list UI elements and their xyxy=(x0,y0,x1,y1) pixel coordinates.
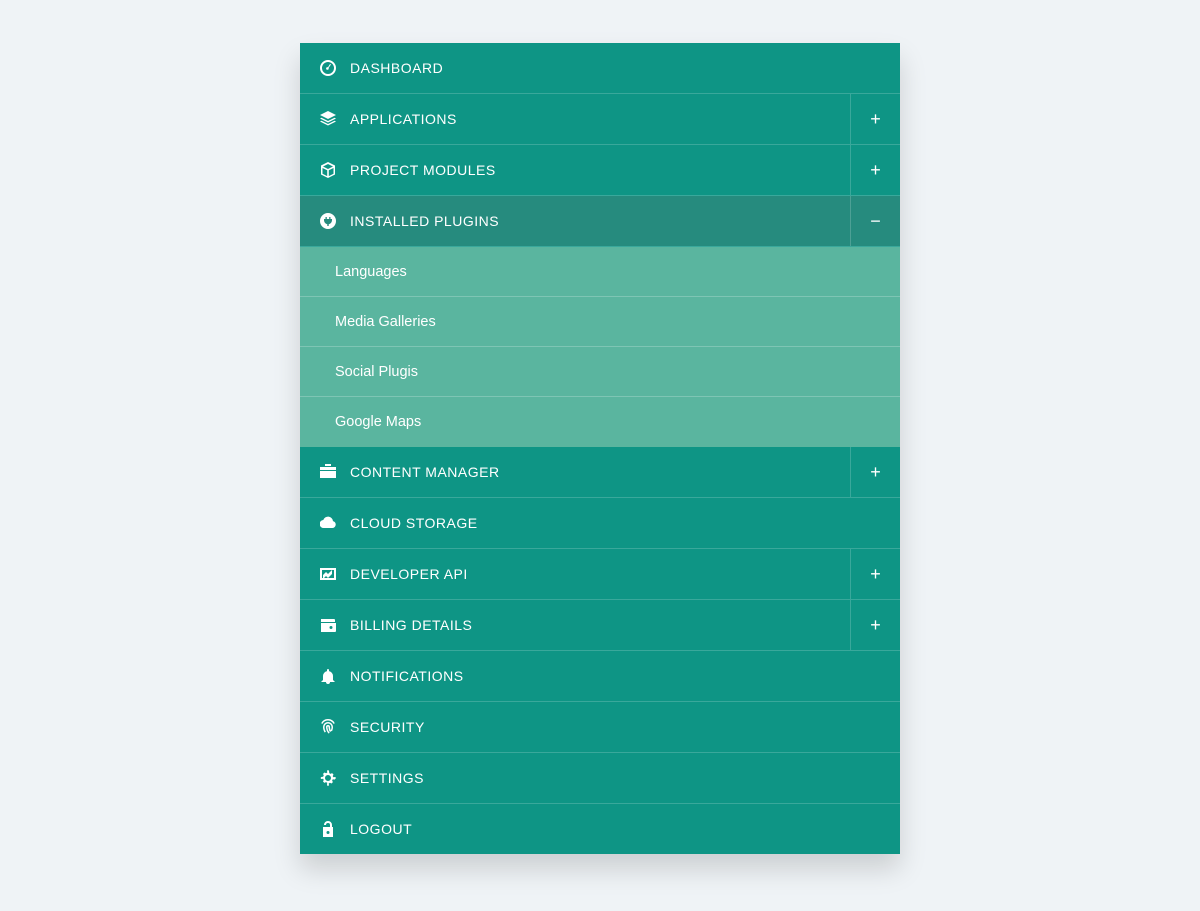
menu-item-main[interactable]: INSTALLED PLUGINS xyxy=(300,196,850,246)
layers-icon xyxy=(320,111,350,127)
fingerprint-icon xyxy=(320,719,350,735)
expand-icon[interactable]: + xyxy=(850,549,900,599)
menu-item-main[interactable]: BILLING DETAILS xyxy=(300,600,850,650)
menu-item-logout[interactable]: LOGOUT xyxy=(300,804,900,854)
dashboard-icon xyxy=(320,60,350,76)
menu-item-label: PROJECT MODULES xyxy=(350,162,496,178)
submenu-item-media-galleries[interactable]: Media Galleries xyxy=(300,297,900,347)
briefcase-icon xyxy=(320,464,350,480)
submenu-item-social-plugis[interactable]: Social Plugis xyxy=(300,347,900,397)
main-menu: DASHBOARDAPPLICATIONS+PROJECT MODULES+IN… xyxy=(300,43,900,854)
menu-item-main[interactable]: DASHBOARD xyxy=(300,43,900,93)
menu-item-security[interactable]: SECURITY xyxy=(300,702,900,753)
menu-item-notifications[interactable]: NOTIFICATIONS xyxy=(300,651,900,702)
submenu-item-google-maps[interactable]: Google Maps xyxy=(300,397,900,447)
menu-item-label: SETTINGS xyxy=(350,770,424,786)
menu-item-project-modules[interactable]: PROJECT MODULES + xyxy=(300,145,900,196)
submenu-item-languages[interactable]: Languages xyxy=(300,247,900,297)
menu-item-label: APPLICATIONS xyxy=(350,111,457,127)
menu-item-main[interactable]: LOGOUT xyxy=(300,804,900,854)
chart-icon xyxy=(320,566,350,582)
menu-item-cloud-storage[interactable]: CLOUD STORAGE xyxy=(300,498,900,549)
menu-item-main[interactable]: SECURITY xyxy=(300,702,900,752)
menu-item-billing-details[interactable]: BILLING DETAILS + xyxy=(300,600,900,651)
menu-item-label: CONTENT MANAGER xyxy=(350,464,500,480)
submenu-installed-plugins: LanguagesMedia GalleriesSocial PlugisGoo… xyxy=(300,247,900,447)
menu-item-label: LOGOUT xyxy=(350,821,412,837)
menu-item-settings[interactable]: SETTINGS xyxy=(300,753,900,804)
expand-icon[interactable]: + xyxy=(850,447,900,497)
menu-item-main[interactable]: DEVELOPER API xyxy=(300,549,850,599)
cog-icon xyxy=(320,770,350,786)
wallet-icon xyxy=(320,617,350,633)
menu-item-main[interactable]: SETTINGS xyxy=(300,753,900,803)
menu-item-label: DEVELOPER API xyxy=(350,566,468,582)
menu-item-main[interactable]: CONTENT MANAGER xyxy=(300,447,850,497)
menu-item-label: DASHBOARD xyxy=(350,60,443,76)
menu-item-main[interactable]: PROJECT MODULES xyxy=(300,145,850,195)
menu-item-dashboard[interactable]: DASHBOARD xyxy=(300,43,900,94)
collapse-icon[interactable]: − xyxy=(850,196,900,246)
menu-item-label: BILLING DETAILS xyxy=(350,617,472,633)
expand-icon[interactable]: + xyxy=(850,94,900,144)
menu-item-installed-plugins[interactable]: INSTALLED PLUGINS − xyxy=(300,196,900,247)
cube-icon xyxy=(320,162,350,178)
menu-item-label: CLOUD STORAGE xyxy=(350,515,478,531)
menu-item-main[interactable]: APPLICATIONS xyxy=(300,94,850,144)
menu-item-developer-api[interactable]: DEVELOPER API + xyxy=(300,549,900,600)
menu-item-label: INSTALLED PLUGINS xyxy=(350,213,499,229)
menu-item-main[interactable]: CLOUD STORAGE xyxy=(300,498,900,548)
bell-icon xyxy=(320,668,350,684)
expand-icon[interactable]: + xyxy=(850,600,900,650)
cloud-icon xyxy=(320,515,350,531)
menu-item-label: NOTIFICATIONS xyxy=(350,668,464,684)
menu-item-content-manager[interactable]: CONTENT MANAGER + xyxy=(300,447,900,498)
plug-icon xyxy=(320,213,350,229)
menu-item-applications[interactable]: APPLICATIONS + xyxy=(300,94,900,145)
expand-icon[interactable]: + xyxy=(850,145,900,195)
menu-item-label: SECURITY xyxy=(350,719,425,735)
menu-item-main[interactable]: NOTIFICATIONS xyxy=(300,651,900,701)
unlock-icon xyxy=(320,821,350,837)
